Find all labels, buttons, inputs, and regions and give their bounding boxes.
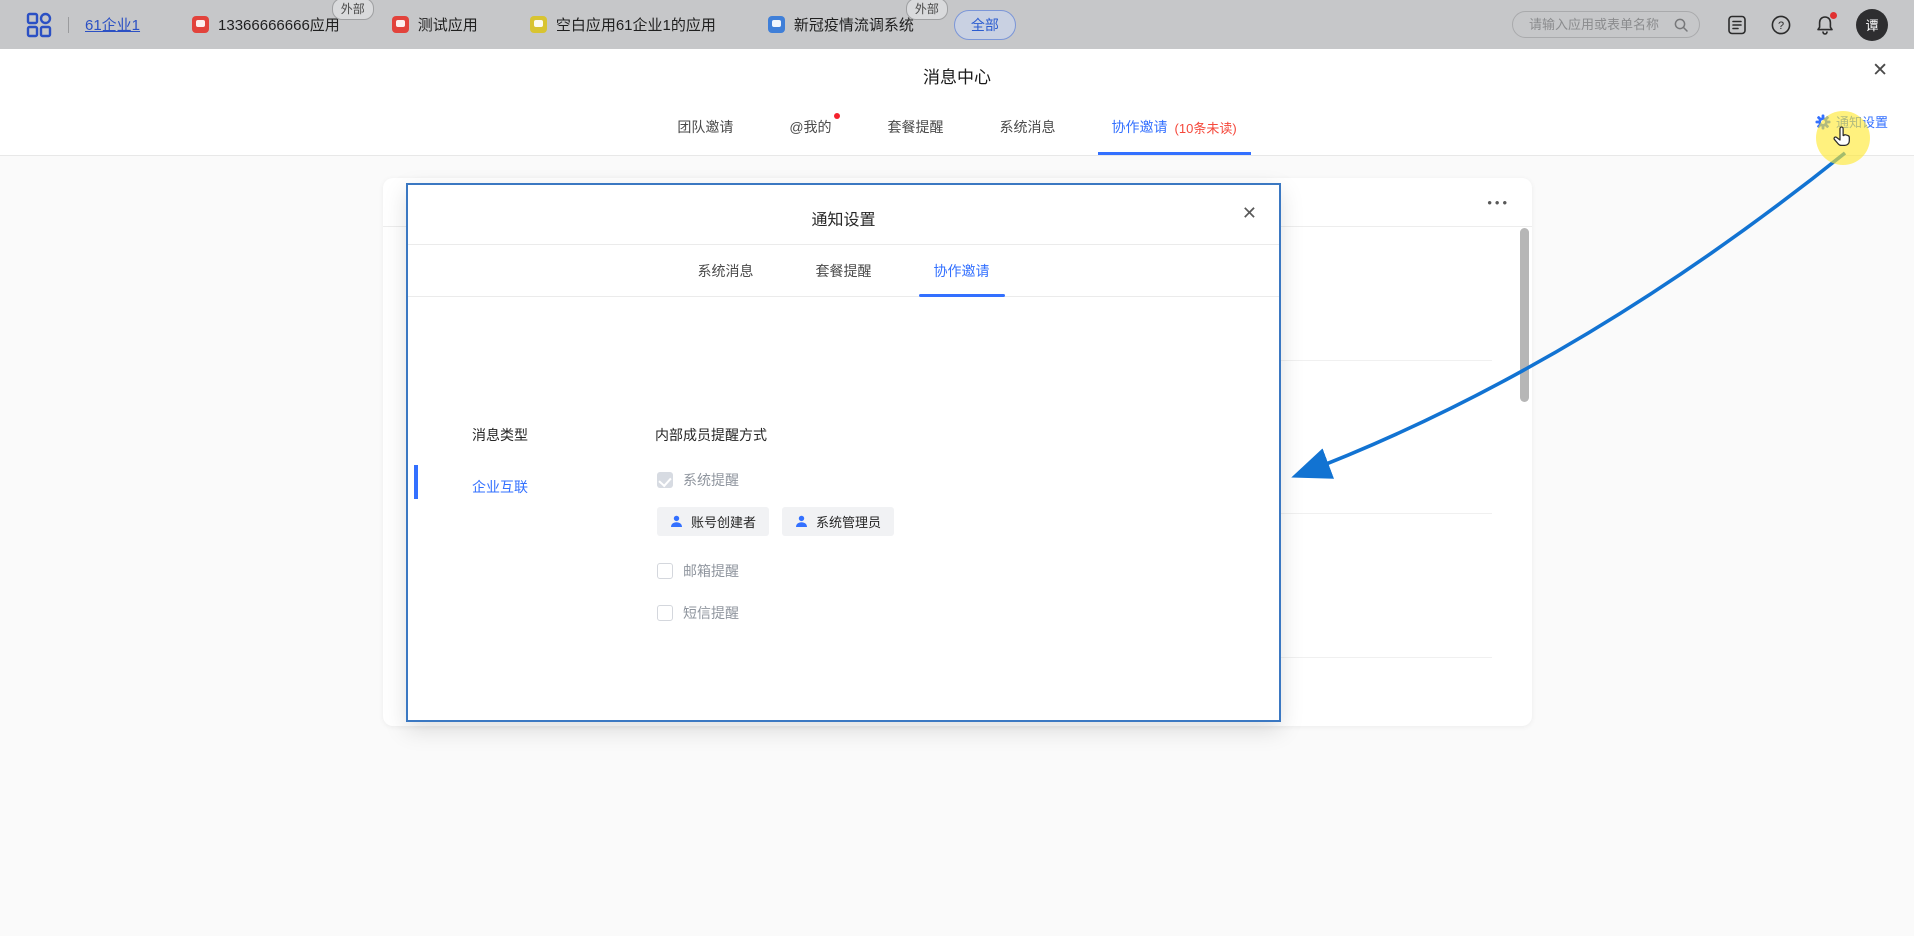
tab-plan-reminder[interactable]: 套餐提醒: [888, 99, 944, 155]
modal-tab-collab-invite[interactable]: 协作邀请: [934, 245, 990, 297]
app-icon-yellow: [530, 16, 547, 33]
app-tab-label: 13366666666应用: [218, 14, 340, 35]
topbar-divider: [68, 17, 69, 33]
modal-tab-plan-reminder[interactable]: 套餐提醒: [816, 245, 872, 297]
app-tab-3[interactable]: 空白应用61企业1的应用: [530, 14, 716, 35]
workspace-link[interactable]: 61企业1: [85, 14, 140, 35]
option-email-remind: 邮箱提醒: [657, 561, 739, 581]
svg-text:?: ?: [1778, 20, 1784, 32]
remind-method-label: 内部成员提醒方式: [655, 425, 767, 445]
search-box[interactable]: [1512, 11, 1700, 38]
app-window: 61企业1 13366666666应用 外部 测试应用 空白应用61企业1的应用…: [0, 0, 1914, 936]
app-tab-label: 新冠疫情流调系统: [794, 14, 914, 35]
scrollbar-thumb[interactable]: [1520, 228, 1529, 402]
active-nav-indicator: [414, 465, 418, 499]
search-input[interactable]: [1527, 16, 1673, 33]
tab-collab-invite[interactable]: 协作邀请 (10条未读): [1112, 99, 1237, 155]
message-type-label: 消息类型: [472, 425, 528, 445]
notification-settings-modal: 通知设置 ✕ 系统消息 套餐提醒 协作邀请 消息类型 企业互联 内部成员提醒方式…: [406, 183, 1281, 722]
page-title: 消息中心: [0, 63, 1914, 88]
settings-button-label: 通知设置: [1836, 112, 1888, 131]
all-apps-button[interactable]: 全部: [954, 10, 1016, 40]
checkbox-email-remind[interactable]: [657, 563, 673, 579]
unread-dot: [834, 113, 840, 119]
search-icon: [1673, 17, 1689, 33]
recipient-tags: 账号创建者 系统管理员: [657, 507, 894, 536]
checkbox-sms-remind[interactable]: [657, 605, 673, 621]
option-sms-remind: 短信提醒: [657, 603, 739, 623]
modal-body: 消息类型 企业互联 内部成员提醒方式 系统提醒 账号创建者: [408, 297, 1279, 720]
content-area: 未读消息 ••• 通知设置 ✕ 系统消息 套餐提醒 协作邀请: [0, 156, 1914, 936]
app-tab-label: 空白应用61企业1的应用: [556, 14, 716, 35]
message-center-tabs: 团队邀请 @我的 套餐提醒 系统消息 协作邀请 (10条未读): [0, 99, 1914, 155]
app-icon-red: [392, 16, 409, 33]
user-avatar[interactable]: 谭: [1856, 9, 1888, 41]
nav-item-enterprise-link[interactable]: 企业互联: [472, 477, 528, 497]
person-icon: [670, 515, 683, 528]
app-tab-2[interactable]: 测试应用: [392, 14, 478, 35]
external-badge: 外部: [906, 0, 948, 20]
external-badge: 外部: [332, 0, 374, 20]
app-tab-4[interactable]: 新冠疫情流调系统 外部: [768, 14, 914, 35]
tag-system-admin: 系统管理员: [782, 507, 894, 536]
help-icon[interactable]: ?: [1770, 14, 1792, 36]
person-icon: [795, 515, 808, 528]
bell-red-dot: [1830, 12, 1837, 19]
tab-system-message[interactable]: 系统消息: [1000, 99, 1056, 155]
tab-mentions[interactable]: @我的: [789, 99, 831, 155]
message-center-header: 消息中心 ✕ 团队邀请 @我的 套餐提醒 系统消息 协作邀请 (10条未读): [0, 49, 1914, 156]
modal-tab-system-message[interactable]: 系统消息: [698, 245, 754, 297]
more-actions-icon[interactable]: •••: [1487, 195, 1510, 210]
notification-settings-button[interactable]: 通知设置: [1815, 112, 1888, 131]
notification-bell-icon[interactable]: [1814, 14, 1836, 36]
tab-team-invite[interactable]: 团队邀请: [677, 99, 733, 155]
app-icon-red: [192, 16, 209, 33]
modal-close-icon[interactable]: ✕: [1242, 204, 1257, 222]
app-icon-blue: [768, 16, 785, 33]
app-tab-label: 测试应用: [418, 14, 478, 35]
gear-icon: [1815, 114, 1831, 130]
page-close-icon[interactable]: ✕: [1872, 61, 1888, 80]
modal-header: 通知设置 ✕: [408, 185, 1279, 245]
top-bar: 61企业1 13366666666应用 外部 测试应用 空白应用61企业1的应用…: [0, 0, 1914, 49]
option-system-remind: 系统提醒: [657, 470, 739, 490]
app-grid-icon[interactable]: [26, 12, 52, 38]
modal-tabs: 系统消息 套餐提醒 协作邀请: [408, 245, 1279, 297]
checkbox-system-remind-checked[interactable]: [657, 472, 673, 488]
modal-title: 通知设置: [408, 206, 1279, 230]
tag-account-creator: 账号创建者: [657, 507, 769, 536]
contacts-icon[interactable]: [1726, 14, 1748, 36]
app-tab-1[interactable]: 13366666666应用 外部: [192, 14, 340, 35]
unread-count: (10条未读): [1175, 118, 1237, 137]
